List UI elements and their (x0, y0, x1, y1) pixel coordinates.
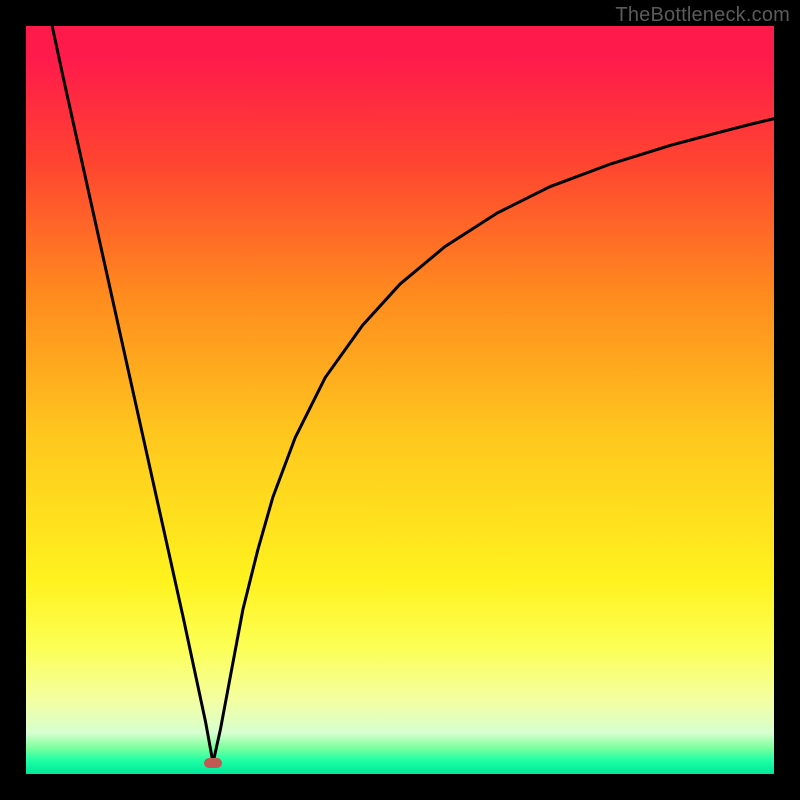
bottleneck-marker (204, 758, 222, 768)
watermark-text: TheBottleneck.com (615, 4, 790, 27)
chart-svg (26, 26, 774, 774)
chart-frame (26, 26, 774, 774)
chart-background (26, 26, 774, 774)
